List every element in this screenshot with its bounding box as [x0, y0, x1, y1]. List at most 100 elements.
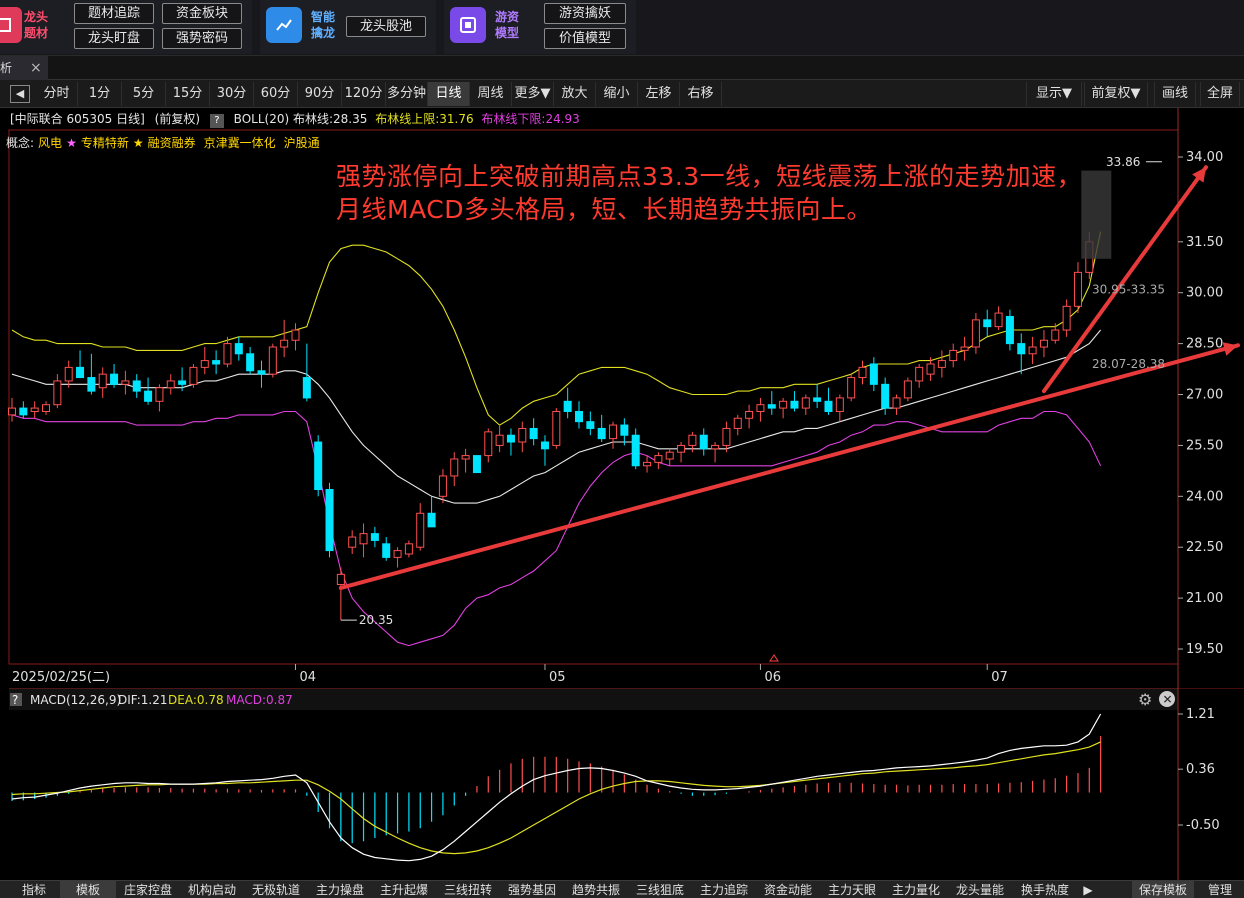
candle-body	[144, 390, 153, 402]
candle-body	[813, 397, 822, 402]
model-icon	[450, 7, 486, 43]
x-tick-label: 05	[549, 670, 566, 685]
candle-body	[609, 424, 618, 440]
tool-button[interactable]: 前复权▼	[1084, 82, 1148, 106]
indicator-tab[interactable]: 资金动能	[756, 881, 820, 898]
fund-sector-button[interactable]: 资金板块	[162, 3, 242, 24]
high-price-label: 33.86	[1106, 155, 1140, 169]
indicator-tab[interactable]: 机构启动	[180, 881, 244, 898]
candle-body	[597, 427, 606, 440]
indicator-tab[interactable]: 龙头量能	[948, 881, 1012, 898]
period-button[interactable]: 1分	[78, 82, 122, 106]
indicator-tab[interactable]: 趋势共振	[564, 881, 628, 898]
indicator-tab[interactable]: 主力天眼	[820, 881, 884, 898]
period-button[interactable]: 缩小	[596, 82, 638, 106]
candle-body	[677, 444, 686, 453]
candle-body	[76, 366, 85, 379]
indicator-tab[interactable]: 主力追踪	[692, 881, 756, 898]
scroll-right-icon[interactable]: ▶	[1078, 881, 1098, 898]
indicator-tab[interactable]: 主力量化	[884, 881, 948, 898]
indicator-tab[interactable]: 庄家控盘	[116, 881, 180, 898]
indicator-tab[interactable]: 模板	[60, 881, 116, 898]
y-tick-label: 25.50	[1186, 438, 1223, 453]
value-model-button[interactable]: 价值模型	[544, 28, 626, 49]
dif-label: DIF:1.21	[118, 693, 168, 707]
candle-body	[223, 343, 232, 365]
period-button[interactable]: 120分	[342, 82, 386, 106]
candle-body	[314, 441, 323, 491]
candle-body	[359, 533, 368, 545]
tool-button[interactable]: 画线	[1154, 82, 1196, 106]
boll-upper-value: 布林线上限:31.76	[375, 112, 474, 126]
indicator-tab[interactable]: 强势基因	[500, 881, 564, 898]
back-arrow-icon[interactable]: ◀	[10, 85, 30, 103]
concept-tag[interactable]: 沪股通	[284, 136, 320, 150]
period-button[interactable]: 5分	[122, 82, 166, 106]
period-button[interactable]: 放大	[554, 82, 596, 106]
indicator-tab[interactable]: 三线狙底	[628, 881, 692, 898]
period-button[interactable]: 日线	[428, 82, 470, 106]
manage-button[interactable]: 管理	[1198, 881, 1242, 898]
topic-tracking-button[interactable]: 题材追踪	[74, 3, 154, 24]
candle-body	[722, 427, 731, 446]
concept-tag[interactable]: 专精特新	[81, 136, 129, 150]
save-template-button[interactable]: 保存模板	[1132, 881, 1194, 898]
period-button[interactable]: 15分	[166, 82, 210, 106]
candle-body	[733, 417, 742, 429]
indicator-tab[interactable]: 三线扭转	[436, 881, 500, 898]
period-button[interactable]: 周线	[470, 82, 512, 106]
gear-icon[interactable]: ⚙	[1138, 690, 1152, 709]
adjust-label: (前复权)	[154, 112, 201, 126]
candle-body	[336, 573, 345, 586]
candle-body	[518, 427, 527, 443]
strength-code-button[interactable]: 强势密码	[162, 28, 242, 49]
period-toolbar: ◀ 分时 1分 5分 15分 30分 60分 90分 120分 多分钟 日线 周线 更多▼ 放大 缩小 左移…	[0, 80, 1244, 108]
candle-body	[960, 346, 969, 351]
period-button[interactable]: 左移	[638, 82, 680, 106]
macd-label: MACD:0.87	[226, 693, 293, 707]
candle-body	[835, 397, 844, 412]
period-button[interactable]: 右移	[680, 82, 722, 106]
candle-body	[212, 360, 221, 365]
candle-body	[654, 455, 663, 463]
macd-chart[interactable]: ? MACD(12,26,9)DIF:1.21 DEA:0.78 MACD:0.87 ⚙…	[0, 688, 1244, 880]
indicator-tab[interactable]: 主力操盘	[308, 881, 372, 898]
indicator-tab[interactable]: 无极轨道	[244, 881, 308, 898]
help-icon[interactable]: ?	[209, 114, 224, 128]
leader-pool-button[interactable]: 龙头股池	[346, 16, 426, 37]
period-button[interactable]: 30分	[210, 82, 254, 106]
candle-body	[268, 346, 277, 375]
indicator-tab[interactable]: 指标	[8, 881, 60, 898]
hot-money-button[interactable]: 游资擒妖	[544, 3, 626, 24]
period-button[interactable]: 更多▼	[512, 82, 554, 106]
indicator-tab[interactable]: 主升起爆	[372, 881, 436, 898]
concept-tag[interactable]: 风电	[38, 136, 62, 150]
candle-body	[620, 424, 629, 436]
period-button[interactable]: 90分	[298, 82, 342, 106]
candle-body	[246, 353, 255, 372]
candle-body	[915, 366, 924, 382]
macd-title: MACD(12,26,9)	[30, 693, 121, 707]
concept-tag[interactable]: 京津冀一体化	[204, 136, 276, 150]
group-title: 智能 擒龙	[311, 10, 336, 40]
group-longtou-ticai: 龙头 题材 题材追踪 资金板块 龙头盯盘 强势密码	[0, 0, 252, 54]
tool-button[interactable]: 全屏	[1200, 82, 1240, 106]
period-button[interactable]: 多分钟	[386, 82, 428, 106]
tab-analysis[interactable]: 析 ×	[0, 56, 48, 80]
candle-body	[1017, 343, 1026, 355]
concept-tag[interactable]: 融资融券	[148, 136, 196, 150]
candle-body	[427, 512, 436, 528]
y-tick-label: 19.50	[1186, 642, 1223, 657]
period-button[interactable]: 分时	[36, 82, 78, 106]
leader-watch-button[interactable]: 龙头盯盘	[74, 28, 154, 49]
period-button[interactable]: 60分	[254, 82, 298, 106]
indicator-tab[interactable]: 换手热度	[1012, 881, 1078, 898]
x-tick-label: 07	[991, 670, 1008, 685]
close-icon[interactable]: ×	[30, 56, 42, 80]
candle-body	[280, 339, 289, 348]
y-tick-label: 27.00	[1186, 388, 1223, 403]
candle-body	[994, 312, 1003, 328]
candle-body	[1062, 305, 1071, 331]
tool-button[interactable]: 显示▼	[1026, 82, 1082, 106]
candle-body	[200, 360, 209, 368]
